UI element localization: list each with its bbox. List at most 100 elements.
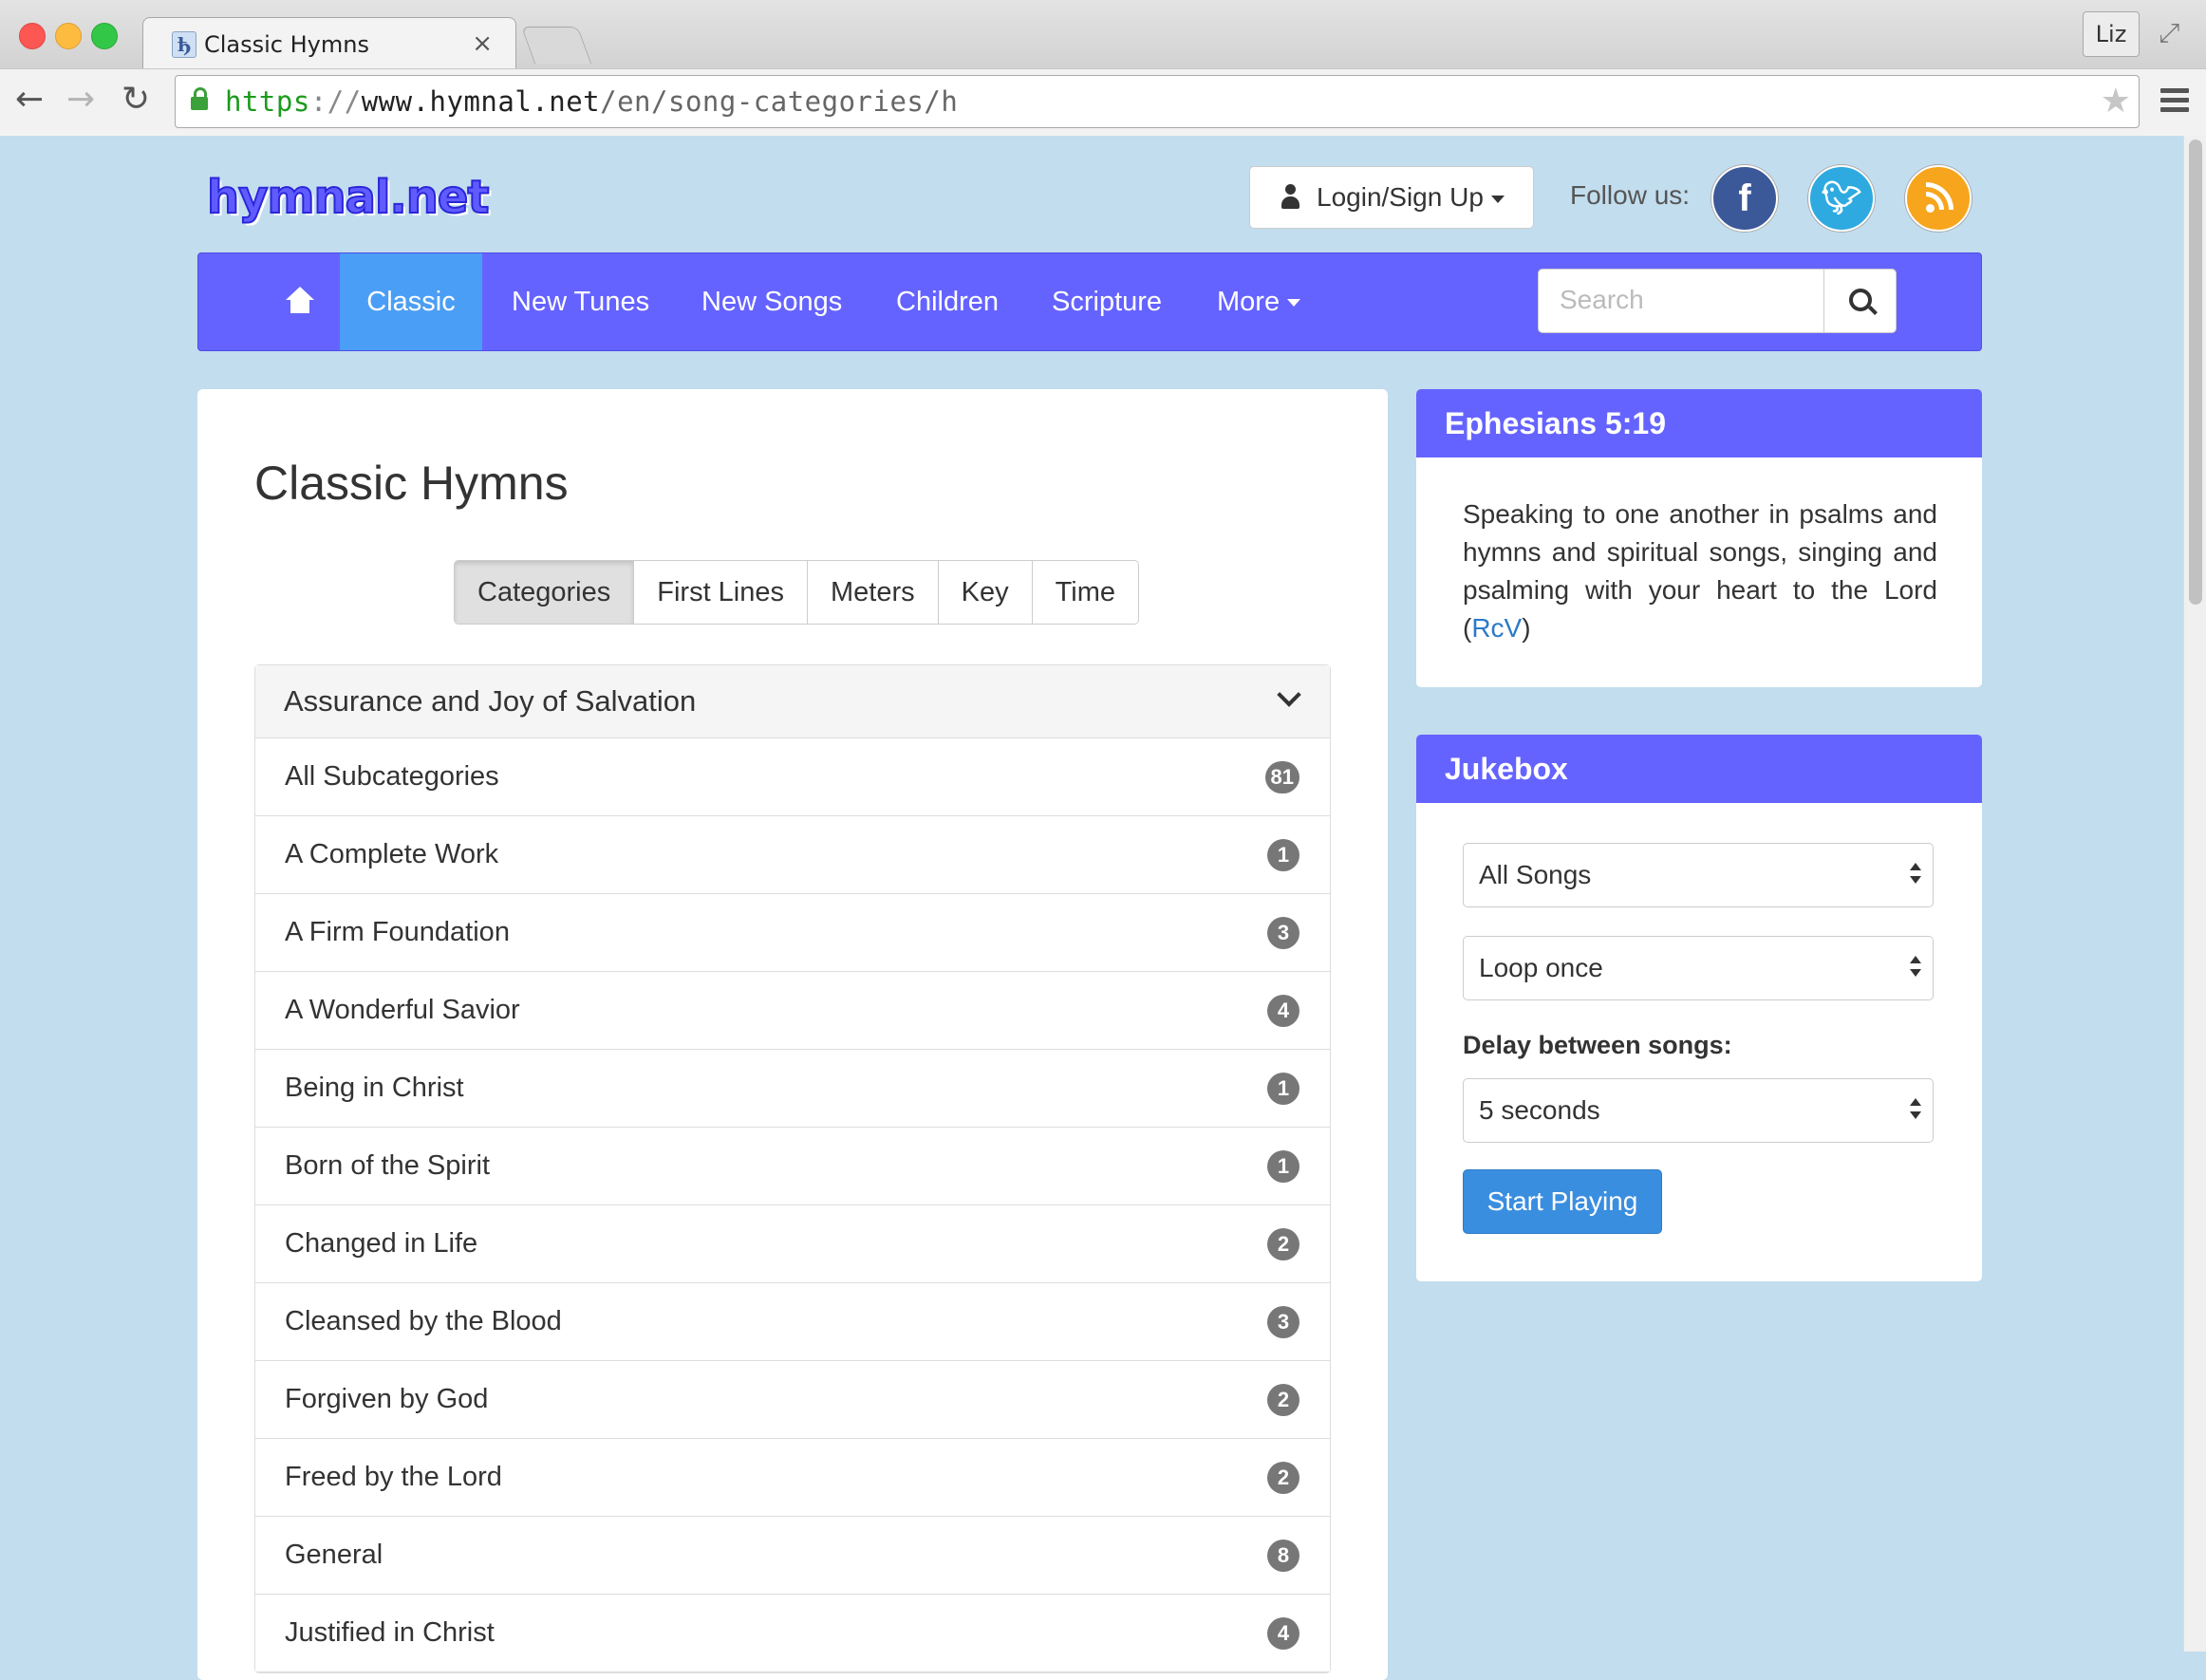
count-badge: 8 <box>1267 1540 1299 1572</box>
select-arrows-icon <box>1910 1098 1921 1123</box>
nav-new-tunes[interactable]: New Tunes <box>512 253 649 350</box>
list-item[interactable]: General 8 <box>255 1517 1330 1595</box>
follow-us-label: Follow us: <box>1570 180 1691 210</box>
address-bar[interactable]: https://www.hymnal.net/en/song-categorie… <box>175 75 2140 128</box>
window-minimize-button[interactable] <box>55 23 82 49</box>
page-scrollbar[interactable] <box>2183 136 2206 1652</box>
tab-strip: ђ Classic Hymns × Liz ⤢ <box>0 0 2206 69</box>
facebook-icon[interactable]: f <box>1711 165 1778 232</box>
nav-classic[interactable]: Classic <box>340 253 482 350</box>
forward-icon[interactable]: → <box>66 81 95 119</box>
subcategory-label: Changed in Life <box>285 1228 478 1259</box>
list-item[interactable]: Forgiven by God 2 <box>255 1361 1330 1439</box>
count-badge: 2 <box>1267 1462 1299 1494</box>
category-panel-header[interactable]: Assurance and Joy of Salvation <box>255 665 1330 738</box>
start-playing-button[interactable]: Start Playing <box>1463 1169 1662 1234</box>
url-text[interactable]: https://www.hymnal.net/en/song-categorie… <box>225 85 958 118</box>
list-item[interactable]: Justified in Christ 4 <box>255 1595 1330 1672</box>
search-button[interactable] <box>1823 270 1897 332</box>
verse-reference: Ephesians 5:19 <box>1416 389 1982 457</box>
subcategory-label: Forgiven by God <box>285 1384 489 1414</box>
loop-select[interactable]: Loop once <box>1463 936 1934 1000</box>
tab-close-icon[interactable]: × <box>472 29 493 58</box>
new-tab-button[interactable] <box>520 27 592 64</box>
list-item[interactable]: A Firm Foundation 3 <box>255 894 1330 972</box>
list-item[interactable]: Freed by the Lord 2 <box>255 1439 1330 1517</box>
search-icon <box>1849 289 1872 311</box>
count-badge: 1 <box>1267 839 1299 871</box>
tab-first-lines[interactable]: First Lines <box>633 561 808 624</box>
select-arrows-icon <box>1910 863 1921 887</box>
browser-tab[interactable]: ђ Classic Hymns × <box>142 17 516 69</box>
list-item[interactable]: Changed in Life 2 <box>255 1205 1330 1283</box>
window-maximize-button[interactable] <box>91 23 118 49</box>
twitter-icon[interactable]: 🐦︎ <box>1808 165 1875 232</box>
category-title: Assurance and Joy of Salvation <box>284 684 697 718</box>
nav-new-songs[interactable]: New Songs <box>701 253 842 350</box>
list-item[interactable]: Born of the Spirit 1 <box>255 1128 1330 1205</box>
browser-chrome: ђ Classic Hymns × Liz ⤢ ← → ↻ https://ww… <box>0 0 2206 136</box>
profile-button[interactable]: Liz <box>2083 11 2140 57</box>
subcategory-label: Cleansed by the Blood <box>285 1306 562 1336</box>
login-label: Login/Sign Up <box>1317 182 1484 212</box>
list-item[interactable]: A Wonderful Savior 4 <box>255 972 1330 1050</box>
tab-key[interactable]: Key <box>937 561 1032 624</box>
subcategory-label: Justified in Christ <box>285 1617 495 1648</box>
main-content: Classic Hymns Categories First Lines Met… <box>197 389 1388 1680</box>
count-badge: 4 <box>1267 995 1299 1027</box>
list-item[interactable]: Cleansed by the Blood 3 <box>255 1283 1330 1361</box>
rss-icon[interactable] <box>1905 165 1972 232</box>
song-select[interactable]: All Songs <box>1463 843 1934 907</box>
subcategory-label: A Firm Foundation <box>285 917 510 947</box>
view-tabs: Categories First Lines Meters Key Time <box>454 560 1140 625</box>
list-item[interactable]: A Complete Work 1 <box>255 816 1330 894</box>
bookmark-star-icon[interactable]: ★ <box>2101 82 2131 121</box>
window-close-button[interactable] <box>19 23 46 49</box>
subcategory-label: Freed by the Lord <box>285 1462 502 1492</box>
nav-home[interactable] <box>286 253 318 350</box>
fullscreen-icon[interactable]: ⤢ <box>2159 17 2179 49</box>
list-item[interactable]: Being in Christ 1 <box>255 1050 1330 1128</box>
user-icon <box>1281 184 1299 209</box>
jukebox-title: Jukebox <box>1416 735 1982 803</box>
home-icon <box>286 287 314 315</box>
subcategory-label: Being in Christ <box>285 1073 464 1103</box>
main-navbar: Classic New Tunes New Songs Children Scr… <box>197 252 1982 351</box>
jukebox-panel: Jukebox All Songs Loop once Delay betwee… <box>1416 735 1982 1281</box>
count-badge: 3 <box>1267 917 1299 949</box>
caret-down-icon <box>1287 299 1301 308</box>
tab-categories[interactable]: Categories <box>455 561 634 624</box>
delay-label: Delay between songs: <box>1463 1031 1732 1059</box>
search-box <box>1538 269 1897 333</box>
tab-time[interactable]: Time <box>1031 561 1139 624</box>
count-badge: 81 <box>1264 761 1299 793</box>
subcategory-label: Born of the Spirit <box>285 1150 490 1181</box>
browser-menu-icon[interactable] <box>2160 88 2189 113</box>
page-title: Classic Hymns <box>254 457 569 510</box>
nav-scripture[interactable]: Scripture <box>1052 253 1162 350</box>
login-signup-button[interactable]: Login/Sign Up <box>1249 166 1534 229</box>
delay-select[interactable]: 5 seconds <box>1463 1078 1934 1143</box>
count-badge: 1 <box>1267 1073 1299 1105</box>
caret-down-icon <box>1490 195 1505 203</box>
list-item[interactable]: All Subcategories 81 <box>255 738 1330 816</box>
nav-more-dropdown[interactable]: More <box>1217 253 1301 350</box>
tab-meters[interactable]: Meters <box>807 561 938 624</box>
subcategory-label: A Complete Work <box>285 839 499 869</box>
count-badge: 4 <box>1267 1617 1299 1650</box>
lock-icon <box>191 87 208 110</box>
subcategory-label: General <box>285 1540 383 1570</box>
site-logo[interactable]: hymnal.net <box>206 170 490 225</box>
search-input[interactable] <box>1539 270 1835 330</box>
count-badge: 2 <box>1267 1384 1299 1416</box>
count-badge: 1 <box>1267 1150 1299 1183</box>
scrollbar-thumb[interactable] <box>2189 140 2202 605</box>
favicon-icon: ђ <box>172 31 196 58</box>
rcv-link[interactable]: RcV <box>1471 613 1522 643</box>
browser-toolbar: ← → ↻ https://www.hymnal.net/en/song-cat… <box>0 68 2206 136</box>
subcategory-label: All Subcategories <box>285 761 499 792</box>
back-icon[interactable]: ← <box>15 81 44 119</box>
reload-icon[interactable]: ↻ <box>122 81 150 119</box>
category-panel: Assurance and Joy of Salvation All Subca… <box>254 664 1331 1673</box>
nav-children[interactable]: Children <box>896 253 999 350</box>
